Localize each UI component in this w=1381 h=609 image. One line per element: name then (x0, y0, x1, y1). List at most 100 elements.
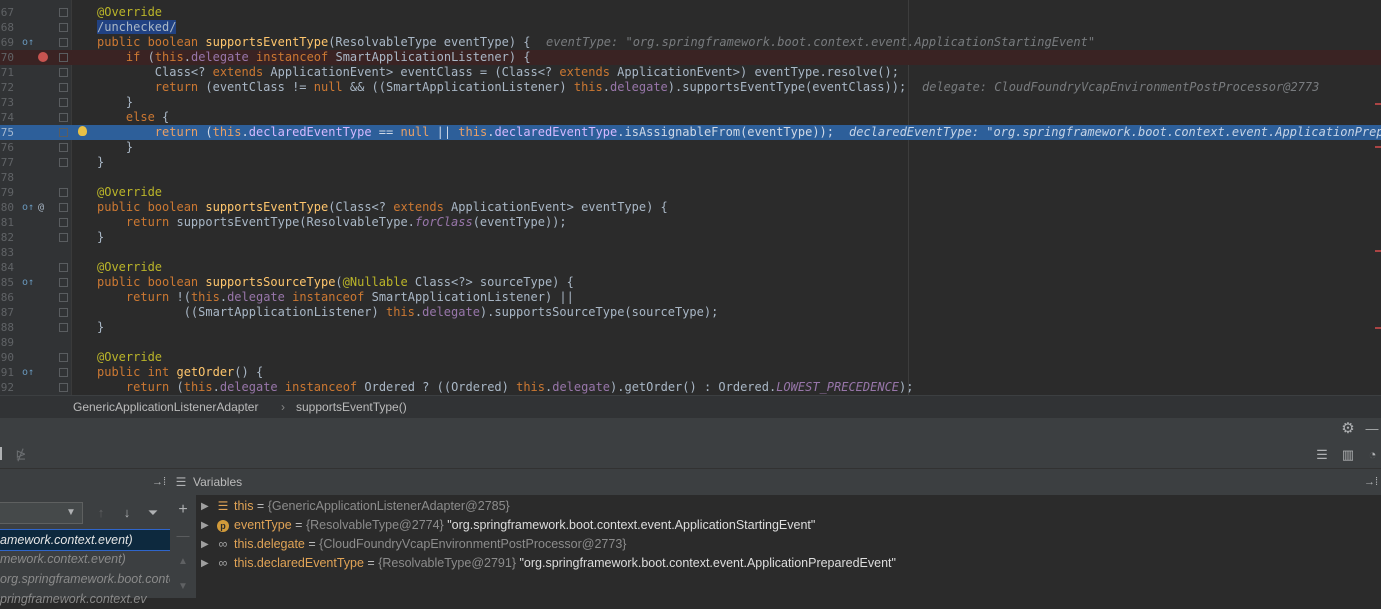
gear-icon[interactable]: ⚙ (1339, 421, 1357, 437)
line-number[interactable]: 68 (0, 20, 14, 35)
fold-marker[interactable] (59, 8, 68, 17)
code-line[interactable]: 71 Class<? extends ApplicationEvent> eve… (0, 65, 1381, 80)
code-line[interactable]: 77} (0, 155, 1381, 170)
filter-icon[interactable]: ⏷ (144, 505, 162, 521)
code-line[interactable]: 85 public boolean supportsSourceType(@Nul… (0, 275, 1381, 290)
code-line[interactable]: 73 } (0, 95, 1381, 110)
restore-layout-icon[interactable]: →⁞ (150, 474, 168, 490)
code-line[interactable]: 78 (0, 170, 1381, 185)
code-line[interactable]: 86 return !(this.delegate instanceof Sma… (0, 290, 1381, 305)
code-line[interactable]: 89 (0, 335, 1381, 350)
line-number[interactable]: 76 (0, 140, 14, 155)
frame-item[interactable]: org.springframework.boot.contex (0, 569, 170, 589)
line-number[interactable]: 91 (0, 365, 14, 380)
code-line[interactable]: 68/unchecked/ (0, 20, 1381, 35)
fold-marker[interactable] (59, 218, 68, 227)
fold-marker[interactable] (59, 98, 68, 107)
fold-marker[interactable] (59, 113, 68, 122)
line-number[interactable]: 78 (0, 170, 14, 185)
fold-marker[interactable] (59, 53, 68, 62)
override-method-icon[interactable]: o↑ (22, 275, 34, 290)
line-number[interactable]: 70 (0, 50, 14, 65)
fold-marker[interactable] (59, 158, 68, 167)
fold-marker[interactable] (59, 383, 68, 392)
remove-watch-icon[interactable]: — (174, 528, 192, 544)
frame-item[interactable]: pringframework.context.ev (0, 589, 170, 609)
line-number[interactable]: 86 (0, 290, 14, 305)
line-number[interactable]: 84 (0, 260, 14, 275)
breadcrumb-method[interactable]: supportsEventType() (296, 396, 407, 418)
line-number[interactable]: 72 (0, 80, 14, 95)
arrow-down-icon[interactable]: ↓ (118, 505, 136, 521)
fold-marker[interactable] (59, 203, 68, 212)
fold-marker[interactable] (59, 353, 68, 362)
code-line[interactable]: 74 else { (0, 110, 1381, 125)
variables-tree[interactable]: ▶ ☰ this = {GenericApplicationListenerAdap… (196, 495, 1381, 598)
code-line[interactable]: 83 (0, 245, 1381, 260)
add-watch-icon[interactable]: + (174, 502, 192, 518)
implementation-icon[interactable]: @ (38, 200, 44, 215)
fold-marker[interactable] (59, 233, 68, 242)
fold-marker[interactable] (59, 188, 68, 197)
fold-marker[interactable] (59, 368, 68, 377)
arrow-up-icon[interactable]: ↑ (92, 505, 110, 521)
fold-marker[interactable] (59, 143, 68, 152)
line-number[interactable]: 81 (0, 215, 14, 230)
code-line[interactable]: 67 @Override (0, 5, 1381, 20)
line-number[interactable]: 82 (0, 230, 14, 245)
fold-marker[interactable] (59, 293, 68, 302)
line-number[interactable]: 83 (0, 245, 14, 260)
override-method-icon[interactable]: o↑ (22, 200, 34, 215)
columns-icon[interactable]: ▥ (1339, 447, 1357, 463)
move-up-icon[interactable]: ▲ (174, 554, 192, 570)
override-method-icon[interactable]: o↑ (22, 365, 34, 380)
code-editor[interactable]: 67 @Override 68/unchecked/69 public boolean… (0, 0, 1381, 395)
fold-marker[interactable] (59, 128, 68, 137)
code-line[interactable]: 80 public boolean supportsEventType(Class… (0, 200, 1381, 215)
line-number[interactable]: 74 (0, 110, 14, 125)
code-line[interactable]: 84 @Override (0, 260, 1381, 275)
line-number[interactable]: 73 (0, 95, 14, 110)
code-line[interactable]: 92 return (this.delegate instanceof Orde… (0, 380, 1381, 395)
line-number[interactable]: 92 (0, 380, 14, 395)
code-line[interactable]: 79 @Override (0, 185, 1381, 200)
fold-marker[interactable] (59, 68, 68, 77)
performance-icon[interactable]: ◔ (1364, 447, 1381, 463)
expand-arrow-icon[interactable]: ▶ (201, 554, 209, 573)
code-line[interactable]: 69 public boolean supportsEventType(Resol… (0, 35, 1381, 50)
override-method-icon[interactable]: o↑ (22, 35, 34, 50)
restore-layout-icon[interactable]: →⁞ (1362, 474, 1380, 490)
lightbulb-icon[interactable] (78, 126, 87, 136)
code-line[interactable]: 76 } (0, 140, 1381, 155)
code-line[interactable]: 72 return (eventClass != null && ((Smart… (0, 80, 1381, 95)
line-number[interactable]: 77 (0, 155, 14, 170)
fold-marker[interactable] (59, 308, 68, 317)
minimize-icon[interactable]: — (1363, 421, 1381, 437)
mute-breakpoints-icon[interactable]: ⋭ (12, 447, 30, 463)
line-number[interactable]: 89 (0, 335, 14, 350)
line-number[interactable]: 79 (0, 185, 14, 200)
fold-marker[interactable] (59, 83, 68, 92)
line-number[interactable]: 88 (0, 320, 14, 335)
expand-arrow-icon[interactable]: ▶ (201, 535, 209, 554)
fold-marker[interactable] (59, 278, 68, 287)
fold-marker[interactable] (59, 323, 68, 332)
fold-marker[interactable] (59, 263, 68, 272)
frames-layout-icon[interactable]: ☰ (1313, 447, 1331, 463)
line-number[interactable]: 80 (0, 200, 14, 215)
move-down-icon[interactable]: ▼ (174, 579, 192, 595)
code-line[interactable]: 82} (0, 230, 1381, 245)
line-number[interactable]: 75 (0, 125, 14, 140)
code-line[interactable]: 91 public int getOrder() {o↑ (0, 365, 1381, 380)
frame-item[interactable]: amework.context.event) (0, 529, 170, 551)
layout-icon[interactable] (0, 447, 6, 460)
line-number[interactable]: 69 (0, 35, 14, 50)
line-number[interactable]: 67 (0, 5, 14, 20)
code-line[interactable]: 70 if (this.delegate instanceof SmartApp… (0, 50, 1381, 65)
breakpoint-icon[interactable] (38, 52, 48, 62)
thread-selector[interactable]: ▼ (0, 502, 83, 524)
breadcrumb-class[interactable]: GenericApplicationListenerAdapter (73, 396, 258, 418)
line-number[interactable]: 85 (0, 275, 14, 290)
fold-marker[interactable] (59, 38, 68, 47)
fold-marker[interactable] (59, 23, 68, 32)
